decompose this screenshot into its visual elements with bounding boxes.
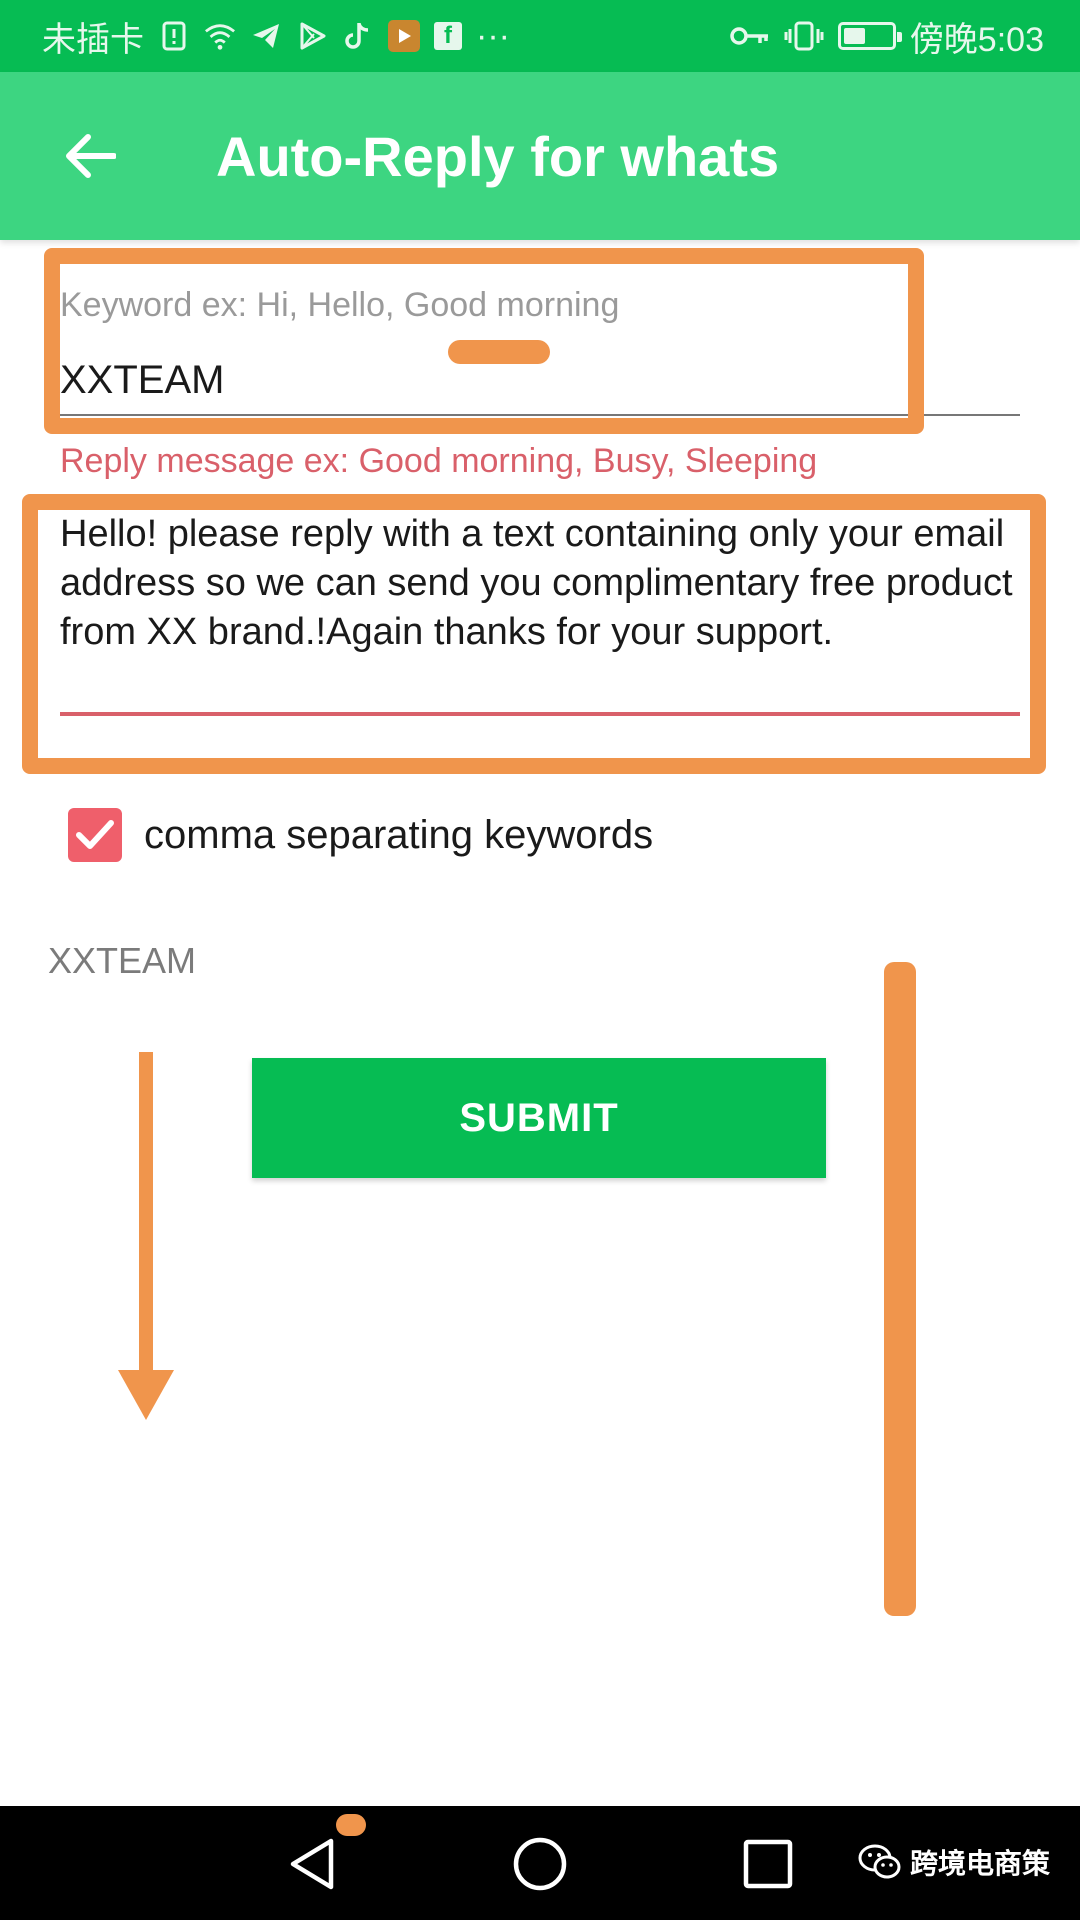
annotation-vertical-bar [884, 962, 916, 1616]
play-store-icon [296, 20, 328, 52]
comma-separating-checkbox-row[interactable]: comma separating keywords [68, 808, 653, 862]
arrow-left-icon [66, 134, 116, 178]
status-time: 傍晚5:03 [909, 20, 1044, 59]
navigation-bar: 跨境电商策 [0, 1806, 1080, 1920]
nav-recents-button[interactable] [728, 1824, 808, 1904]
triangle-back-icon [290, 1838, 334, 1890]
key-icon [730, 20, 770, 52]
carrier-text: 未插卡 [42, 20, 144, 59]
tiktok-icon [342, 20, 374, 52]
back-button[interactable] [40, 106, 140, 206]
submit-button[interactable]: SUBMIT [252, 1058, 826, 1178]
facebook-icon: f [434, 22, 462, 50]
nav-home-button[interactable] [500, 1824, 580, 1904]
battery-icon [837, 22, 902, 50]
sim-alert-icon [158, 20, 190, 52]
wechat-icon [858, 1844, 901, 1879]
watermark-text: 跨境电商策 [910, 1847, 1051, 1880]
square-recents-icon [743, 1839, 793, 1889]
keyword-echo-text: XXTEAM [48, 940, 197, 981]
telegram-icon [250, 20, 282, 52]
annotation-box-reply [22, 494, 1046, 774]
checkmark-icon [76, 820, 114, 849]
app-bar: Auto-Reply for whats [0, 72, 1080, 240]
status-bar: 未插卡 f ··· 傍晚5:03 [0, 0, 1080, 72]
circle-home-icon [513, 1837, 567, 1891]
status-right: 傍晚5:03 [730, 12, 1044, 61]
reply-field-hint: Reply message ex: Good morning, Busy, Sl… [60, 442, 818, 480]
nav-back-button[interactable] [272, 1824, 352, 1904]
app-title: Auto-Reply for whats [216, 124, 780, 188]
wifi-icon [204, 20, 236, 52]
more-notifications-text: ··· [476, 16, 510, 55]
annotation-down-arrow [118, 1052, 174, 1420]
vibrate-icon [784, 20, 824, 52]
battery-level-fill [843, 28, 865, 44]
comma-separating-label: comma separating keywords [144, 812, 654, 857]
watermark: 跨境电商策 [858, 1842, 1050, 1882]
annotation-dash [448, 340, 550, 364]
comma-separating-checkbox[interactable] [68, 808, 122, 862]
video-app-icon [388, 20, 420, 52]
status-left: 未插卡 f ··· [42, 12, 510, 61]
